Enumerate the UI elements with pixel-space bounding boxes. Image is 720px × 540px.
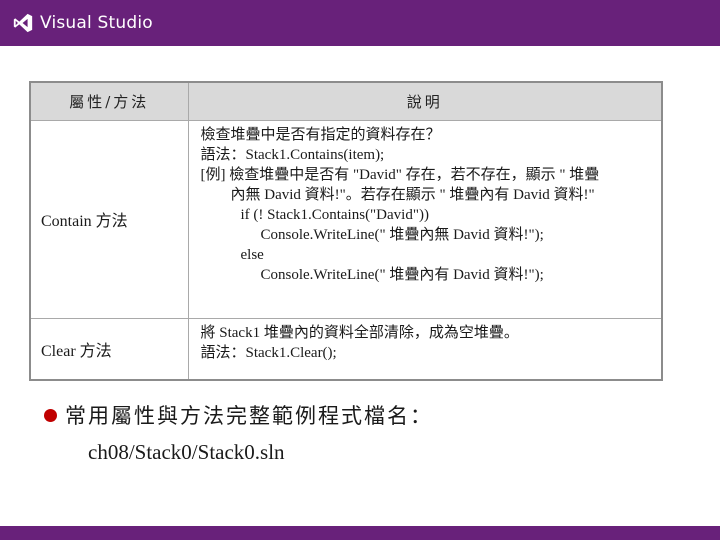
description-line: 檢查堆疊中是否有指定的資料存在？ bbox=[200, 126, 441, 143]
bullet-section: 常用屬性與方法完整範例程式檔名： ch08/Stack0/Stack0.sln bbox=[44, 400, 684, 465]
bullet-dot-icon bbox=[44, 408, 57, 422]
header-property-method: 屬性/方法 bbox=[29, 81, 189, 121]
row-name-contain: Contain 方法 bbox=[29, 119, 189, 319]
description-line: 內無 David 資料!"。若存在顯示 " 堆疊內有 David 資料!" bbox=[230, 186, 595, 203]
row-description-contain: 檢查堆疊中是否有指定的資料存在？ 語法：Stack1.Contains(item… bbox=[187, 119, 663, 319]
table-row: Contain 方法 檢查堆疊中是否有指定的資料存在？ 語法：Stack1.Co… bbox=[29, 119, 663, 319]
description-line: 語法：Stack1.Contains(item); bbox=[200, 146, 385, 163]
example-file-path: ch08/Stack0/Stack0.sln bbox=[88, 440, 285, 464]
properties-methods-table: 屬性/方法 說明 Contain 方法 檢查堆疊中是否有指定的資料存在？ 語法：… bbox=[29, 81, 663, 381]
title-bar: Visual Studio bbox=[0, 0, 720, 46]
row-description-clear: 將 Stack1 堆疊內的資料全部清除，成為空堆疊。 語法：Stack1.Cle… bbox=[187, 317, 663, 381]
code-line: Console.WriteLine(" 堆疊內有 David 資料!"); bbox=[260, 266, 544, 283]
visual-studio-logo: Visual Studio bbox=[12, 12, 153, 34]
visual-studio-icon bbox=[13, 13, 33, 33]
bullet-row: 常用屬性與方法完整範例程式檔名： bbox=[44, 400, 684, 430]
code-line: Console.WriteLine(" 堆疊內無 David 資料!"); bbox=[260, 226, 544, 243]
header-description: 說明 bbox=[187, 81, 663, 121]
code-line: if (! Stack1.Contains("David")) bbox=[240, 206, 429, 223]
description-line: [例] 檢查堆疊中是否有 "David" 存在，若不存在，顯示 " 堆疊 bbox=[200, 166, 600, 183]
bottom-bar bbox=[0, 526, 720, 540]
table-header-row: 屬性/方法 說明 bbox=[29, 81, 663, 121]
logo-text: Visual Studio bbox=[40, 13, 153, 33]
description-line: 將 Stack1 堆疊內的資料全部清除，成為空堆疊。 bbox=[200, 324, 519, 341]
bullet-text: 常用屬性與方法完整範例程式檔名： bbox=[65, 404, 433, 428]
description-line: 語法：Stack1.Clear(); bbox=[200, 344, 337, 361]
code-line: else bbox=[240, 246, 264, 263]
row-name-clear: Clear 方法 bbox=[29, 317, 189, 381]
table-row: Clear 方法 將 Stack1 堆疊內的資料全部清除，成為空堆疊。 語法：S… bbox=[29, 317, 663, 381]
